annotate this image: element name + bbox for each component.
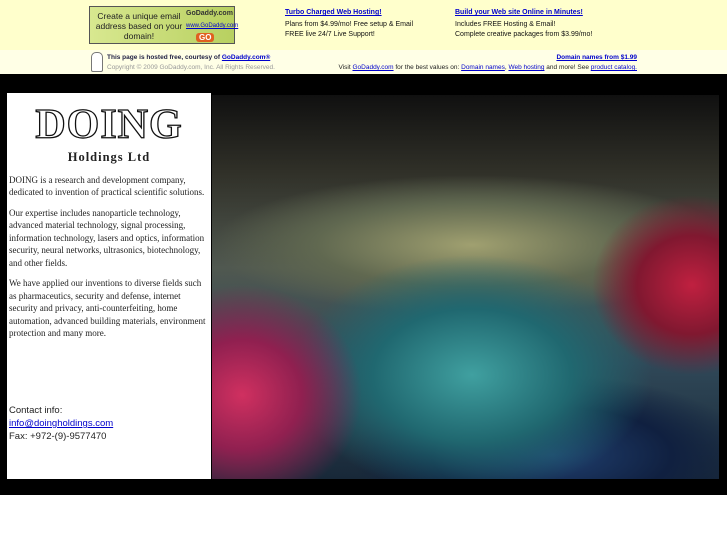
hosting-ad-line: FREE live 24/7 Live Support! xyxy=(285,31,375,38)
website-ad: Build your Web site Online in Minutes! I… xyxy=(455,8,592,40)
product-catalog-link[interactable]: product catalog. xyxy=(591,64,637,71)
copyright: Copyright © 2009 GoDaddy.com, Inc. All R… xyxy=(107,64,275,71)
contact-label: Contact info: xyxy=(9,405,63,416)
godaddy-link[interactable]: GoDaddy.com® xyxy=(222,54,270,61)
website-ad-line: Complete creative packages from $3.99/mo… xyxy=(455,31,593,38)
visit-text: Visit GoDaddy.com for the best values on… xyxy=(339,64,638,71)
visit-godaddy-link[interactable]: GoDaddy.com xyxy=(352,64,393,71)
domain-names-link[interactable]: Domain names from $1.99 xyxy=(556,54,637,61)
go-button[interactable]: GO xyxy=(196,33,215,42)
ad-text: Create a unique email address based on y… xyxy=(95,11,183,41)
visit-prefix: Visit xyxy=(338,64,353,71)
company-panel: DOING Holdings Ltd DOING is a research a… xyxy=(7,93,211,479)
company-logo: DOING xyxy=(35,102,183,148)
godaddy-logo: GoDaddy.com xyxy=(186,10,233,17)
hosting-ad-line: Plans from $4.99/mo! Free setup & Email xyxy=(285,21,413,28)
email-ad[interactable]: Create a unique email address based on y… xyxy=(89,6,238,44)
description-paragraph: Our expertise includes nanoparticle tech… xyxy=(9,207,205,268)
visit-mid: for the best values on: xyxy=(393,64,462,71)
hosting-ad: Turbo Charged Web Hosting! Plans from $4… xyxy=(285,8,413,40)
website-ad-link[interactable]: Build your Web site Online in Minutes! xyxy=(455,9,583,16)
godaddy-mascot-icon xyxy=(91,52,103,72)
hosting-ad-link[interactable]: Turbo Charged Web Hosting! xyxy=(285,9,382,16)
contact-info: Contact info: info@doingholdings.com Fax… xyxy=(9,404,113,443)
email-link[interactable]: info@doingholdings.com xyxy=(9,418,113,429)
ad-url[interactable]: www.GoDaddy.com xyxy=(186,23,238,29)
hosted-prefix: This page is hosted free, courtesy of xyxy=(107,54,222,61)
fax-number: Fax: +972-(9)-9577470 xyxy=(9,431,107,442)
hosted-text: This page is hosted free, courtesy of Go… xyxy=(107,54,270,61)
domain-names-link-2[interactable]: Domain names xyxy=(461,64,505,71)
website-ad-line: Includes FREE Hosting & Email! xyxy=(455,21,556,28)
visit-more: and more! See xyxy=(544,64,591,71)
microscopy-image xyxy=(212,95,719,479)
description-paragraph: We have applied our inventions to divers… xyxy=(9,278,206,338)
web-hosting-link[interactable]: Web hosting xyxy=(508,64,544,71)
company-subtitle: Holdings Ltd xyxy=(67,150,151,164)
description-paragraph: DOING is a research and development comp… xyxy=(9,174,205,198)
